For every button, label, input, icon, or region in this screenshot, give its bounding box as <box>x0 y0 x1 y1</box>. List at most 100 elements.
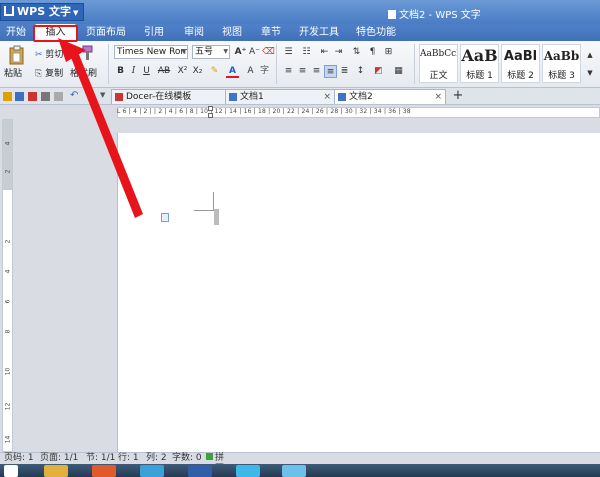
wps-taskbar-icon[interactable] <box>188 465 212 477</box>
browser-icon[interactable] <box>92 465 116 477</box>
increase-indent-icon[interactable]: ⇥ <box>332 46 345 59</box>
style-normal[interactable]: AaBbCcDc 正文 <box>419 44 458 83</box>
close-icon[interactable]: × <box>323 90 331 104</box>
tab-developer[interactable]: 开发工具 <box>297 24 341 41</box>
ruler-number: 8 <box>4 329 12 334</box>
table-border-icon[interactable]: ⊞ <box>382 46 395 59</box>
align-right-icon[interactable]: ≡ <box>310 65 323 78</box>
cut-button[interactable]: ✂ 剪切 <box>35 47 63 60</box>
quick-access-dropdown-icon[interactable]: ▼ <box>100 91 105 99</box>
style-name: 正文 <box>429 71 448 81</box>
new-tab-button[interactable]: + <box>451 89 465 104</box>
preview-icon[interactable] <box>54 92 63 101</box>
app-icon[interactable] <box>282 465 306 477</box>
styles-scroll-up-icon[interactable]: ▲ <box>585 49 595 62</box>
align-center-icon[interactable]: ≡ <box>296 65 309 78</box>
pdf-icon[interactable] <box>28 92 37 101</box>
print-icon[interactable] <box>41 92 50 101</box>
highlight-box <box>33 25 78 42</box>
indent-marker[interactable] <box>208 106 213 111</box>
underline-icon[interactable]: U <box>140 65 153 78</box>
explorer-icon[interactable] <box>44 465 68 477</box>
window-title: 文档2 - WPS 文字 <box>388 6 481 21</box>
italic-icon[interactable]: I <box>127 65 140 78</box>
tab-home[interactable]: 开始 <box>3 24 29 41</box>
paste-label[interactable]: 粘贴 <box>4 66 22 79</box>
spell-check-icon <box>206 453 213 460</box>
font-family-select[interactable]: Times New Roman▼ <box>114 45 188 59</box>
status-pages: 页面: 1/1 <box>40 453 79 463</box>
style-heading-2[interactable]: AaBl 标题 2 <box>501 44 540 83</box>
grow-font-icon[interactable]: A⁺ <box>234 46 247 59</box>
bold-icon[interactable]: B <box>114 65 127 78</box>
align-left-icon[interactable]: ≡ <box>282 65 295 78</box>
app-menu-button[interactable]: WPS 文字 ▼ <box>0 3 84 21</box>
indent-marker[interactable] <box>208 113 213 118</box>
font-size-value: 五号 <box>195 47 214 57</box>
styles-scroll-down-icon[interactable]: ▼ <box>585 67 595 80</box>
document-page[interactable] <box>117 133 600 452</box>
close-icon[interactable]: × <box>434 90 442 104</box>
ruler-numbers: L 6 | 4 | 2 | | 2 | 4 | 6 | 8 | 10 | 12 … <box>117 108 411 115</box>
window-title-text: 文档2 - WPS 文字 <box>399 10 481 21</box>
strikethrough-icon[interactable]: AB <box>155 65 173 78</box>
font-size-select[interactable]: 五号 ▼ <box>192 45 230 59</box>
document-workspace <box>13 119 600 452</box>
app-icon[interactable] <box>140 465 164 477</box>
style-heading-3[interactable]: AaBb 标题 3 <box>542 44 581 83</box>
font-color-icon[interactable]: A <box>226 65 239 78</box>
shading-icon[interactable]: ◩ <box>372 65 385 78</box>
style-heading-1[interactable]: AaB 标题 1 <box>460 44 499 83</box>
tab-review[interactable]: 审阅 <box>181 24 207 41</box>
paste-button[interactable] <box>8 45 26 65</box>
app-icon[interactable] <box>236 465 260 477</box>
subscript-icon[interactable]: X₂ <box>191 65 204 78</box>
windows-start-icon[interactable] <box>4 465 18 477</box>
tab-page-layout[interactable]: 页面布局 <box>84 24 128 41</box>
divider <box>276 44 277 84</box>
format-painter-label[interactable]: 格式刷 <box>70 66 97 79</box>
decrease-indent-icon[interactable]: ⇤ <box>318 46 331 59</box>
clipboard-icon <box>9 45 24 65</box>
phonetic-icon[interactable]: 字 <box>258 65 271 78</box>
doc-tab-docer[interactable]: Docer-在线模板 <box>111 89 227 104</box>
status-words[interactable]: 字数: 0 <box>172 453 202 464</box>
cut-label: 剪切 <box>45 50 64 60</box>
justify-icon[interactable]: ≡ <box>324 65 337 78</box>
distributed-icon[interactable]: ≣ <box>338 65 351 78</box>
paste-options-icon[interactable] <box>161 213 169 222</box>
status-page: 页码: 1 <box>4 453 34 463</box>
undo-icon[interactable]: ↶ <box>70 90 78 101</box>
text-cursor <box>214 209 219 225</box>
shrink-font-icon[interactable]: A⁻ <box>248 46 261 59</box>
tab-special-features[interactable]: 特色功能 <box>354 24 398 41</box>
numbering-icon[interactable]: ☷ <box>300 46 313 59</box>
highlight-icon[interactable]: ✎ <box>208 65 221 78</box>
ruler-margin <box>3 120 12 190</box>
copy-button[interactable]: ⎘ 复制 <box>35 66 63 79</box>
doc-tab-doc1[interactable]: 文档1 × <box>225 89 335 104</box>
tab-view[interactable]: 视图 <box>219 24 245 41</box>
format-painter-icon[interactable] <box>80 45 94 61</box>
bullets-icon[interactable]: ☰ <box>282 46 295 59</box>
margin-corner-mark <box>194 210 214 211</box>
char-border-icon[interactable]: A <box>244 65 257 78</box>
line-spacing-icon[interactable]: ↕ <box>354 65 367 78</box>
sort-icon[interactable]: ⇅ <box>350 46 363 59</box>
divider <box>108 44 109 84</box>
show-marks-icon[interactable]: ¶ <box>366 46 379 59</box>
copy-icon: ⎘ <box>35 69 43 79</box>
tab-chapter[interactable]: 章节 <box>258 24 284 41</box>
doc-tab-doc2[interactable]: 文档2 × <box>334 89 446 104</box>
redo-icon[interactable]: ↷ <box>86 90 94 101</box>
ruler-number: 2 <box>4 169 12 174</box>
clear-format-icon[interactable]: ⌫ <box>262 46 275 59</box>
tab-references[interactable]: 引用 <box>141 24 167 41</box>
spell-check[interactable]: 拼写检查 <box>206 453 224 477</box>
superscript-icon[interactable]: X² <box>176 65 189 78</box>
borders-icon[interactable]: ▦ <box>392 65 405 78</box>
taskbar <box>0 464 600 477</box>
folder-icon[interactable] <box>3 92 12 101</box>
divider <box>414 44 415 84</box>
save-icon[interactable] <box>15 92 24 101</box>
